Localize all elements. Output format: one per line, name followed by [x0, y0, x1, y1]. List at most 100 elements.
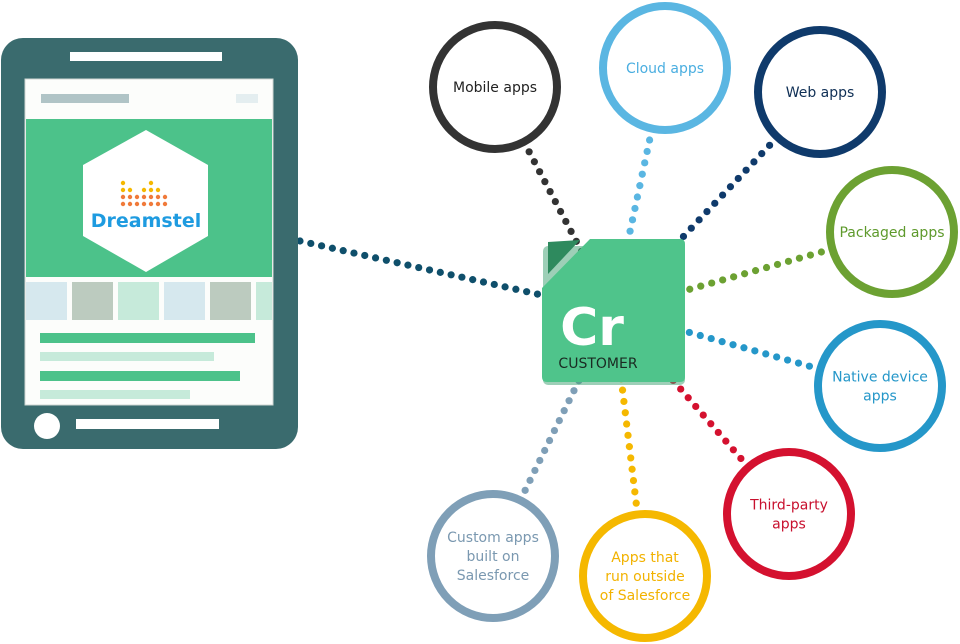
- thumbnail: [256, 282, 272, 320]
- logo-dot: [120, 194, 126, 200]
- connector-dot: [479, 278, 488, 286]
- logo-dot: [127, 201, 133, 207]
- connector-dot: [784, 257, 793, 265]
- connector-dot: [636, 182, 644, 190]
- connector-dot: [501, 283, 509, 291]
- logo-dot: [141, 187, 147, 193]
- content-line: [40, 333, 255, 343]
- connector-dot: [645, 136, 654, 144]
- connector-dot: [560, 407, 568, 415]
- connector-dot: [696, 331, 704, 340]
- connector-dot: [624, 431, 632, 439]
- connector-dot: [523, 288, 531, 296]
- logo-dot: [162, 201, 168, 207]
- tablet-illustration: Dreamstel: [1, 38, 298, 449]
- connector-dot: [726, 183, 735, 191]
- node-label: Apps that: [611, 550, 679, 566]
- connector-dot: [714, 428, 722, 437]
- content-line: [40, 390, 190, 399]
- connector-dot: [570, 387, 578, 395]
- logo-dot: [155, 187, 161, 193]
- logo-dot: [148, 201, 154, 207]
- connector-dot: [469, 276, 477, 284]
- customer-hub: Cr CUSTOMER: [542, 239, 685, 385]
- node-third-party-apps: Third-party apps: [723, 448, 855, 580]
- hub-label: CUSTOMER: [558, 356, 637, 372]
- connector-dot: [458, 273, 466, 281]
- connector-dot: [565, 397, 573, 405]
- connector-dot: [415, 263, 423, 272]
- connector-dot: [317, 242, 326, 250]
- connector-dot: [393, 259, 401, 267]
- connector-dot: [382, 256, 390, 264]
- home-button: [34, 413, 60, 439]
- node-label: Cloud apps: [626, 61, 704, 77]
- connector-dot: [707, 334, 715, 343]
- logo-dot: [120, 187, 126, 193]
- node-label: Third-party: [749, 498, 828, 514]
- connector-dot: [536, 168, 544, 176]
- connector-dot: [551, 197, 559, 206]
- connector-dot: [741, 270, 749, 278]
- screen-menu-bar: [236, 94, 258, 103]
- connector-dot: [350, 249, 358, 257]
- connector-dot: [708, 279, 716, 287]
- connector-dot: [530, 158, 538, 166]
- node-label: Native device: [832, 370, 928, 386]
- connector-dot: [686, 285, 694, 293]
- connector-dot: [562, 217, 570, 226]
- connector-dot: [719, 276, 727, 284]
- connector-dot: [536, 456, 544, 465]
- connector-dot: [783, 356, 792, 364]
- logo-dot: [127, 194, 133, 200]
- node-label: of Salesforce: [600, 588, 690, 604]
- logo-dot: [120, 180, 126, 186]
- connector-dot: [628, 465, 636, 473]
- node-label: Mobile apps: [453, 80, 537, 96]
- connector-dot: [773, 260, 782, 269]
- connector-dot: [618, 386, 627, 394]
- connector-dot: [695, 216, 703, 224]
- connector-dot: [625, 443, 633, 451]
- connector-dot: [730, 273, 738, 281]
- connector-dot: [627, 454, 635, 462]
- connector-dot: [550, 426, 559, 435]
- node-web-apps: Web apps: [754, 26, 886, 158]
- connector-dot: [684, 394, 692, 402]
- logo-dot: [141, 201, 147, 207]
- logo-dot: [148, 187, 154, 193]
- connector-dot: [546, 188, 554, 196]
- connector-dot: [531, 466, 539, 475]
- thumbnail: [26, 282, 67, 320]
- connector-dot: [541, 446, 549, 455]
- thumbnail: [72, 282, 113, 320]
- tablet-speaker: [70, 52, 222, 61]
- connector-dot: [626, 227, 634, 235]
- tablet-bottom-bar: [76, 419, 219, 429]
- connector-dot: [620, 397, 628, 406]
- connector-dot: [762, 263, 771, 272]
- connector-dot: [628, 216, 637, 224]
- connector-dot: [361, 251, 369, 260]
- node-label: Salesforce: [457, 568, 530, 584]
- logo-dot: [155, 194, 161, 200]
- logo-dot: [155, 201, 161, 207]
- logo-dot: [141, 194, 147, 200]
- node-packaged-apps: Packaged apps: [826, 166, 958, 298]
- logo-dot: [148, 180, 154, 186]
- connector-dot: [447, 271, 455, 279]
- logo-dot: [148, 194, 154, 200]
- connector-dot: [719, 191, 727, 199]
- connector-dot: [805, 362, 813, 370]
- connector-dot: [621, 409, 629, 417]
- logo-dot: [134, 194, 140, 200]
- connector-dot: [773, 353, 781, 361]
- diagram: Dreamstel Cr CUSTOMER Mobile apps Cloud a…: [0, 0, 960, 644]
- connector-dot: [521, 486, 529, 494]
- content-line: [40, 352, 214, 361]
- connector-dot: [631, 488, 639, 496]
- connector-dot: [633, 193, 641, 201]
- node-native-device-apps: Native device apps: [814, 320, 946, 452]
- connector-dot: [643, 147, 651, 156]
- connector-dot: [729, 341, 737, 349]
